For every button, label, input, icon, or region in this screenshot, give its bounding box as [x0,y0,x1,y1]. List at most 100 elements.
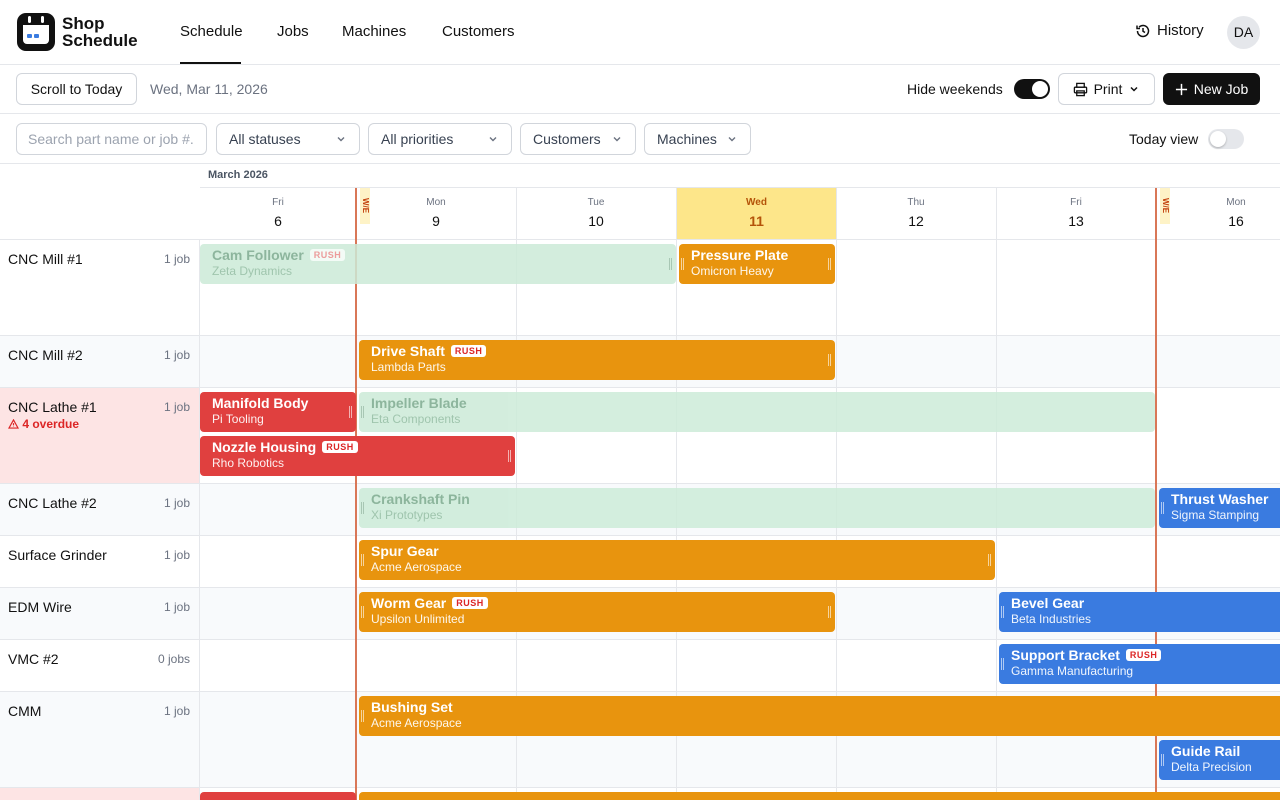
day-header: Thu 12 [907,197,925,229]
priority-filter-value: All priorities [381,131,454,147]
machine-label [0,788,200,800]
machine-label: CNC Mill #2 1 job [0,336,200,387]
job-bar[interactable]: Bevel Gear Beta Industries [999,592,1280,632]
machine-label: VMC #2 0 jobs [0,640,200,691]
resize-handle[interactable] [349,406,352,418]
resize-handle[interactable] [828,258,831,270]
chevron-down-icon [489,137,497,142]
machine-label: EDM Wire 1 job [0,588,200,639]
priority-filter[interactable]: All priorities [368,123,512,155]
weekend-marker: W/E [1160,188,1170,224]
resize-handle[interactable] [1161,754,1164,766]
resize-handle[interactable] [361,606,364,618]
machine-label: CNC Mill #1 1 job [0,240,200,335]
resize-handle[interactable] [681,258,684,270]
new-job-button[interactable]: New Job [1163,73,1260,105]
overdue-indicator: 4 overdue [7,417,79,431]
tab-jobs[interactable]: Jobs [277,0,309,64]
job-bar[interactable]: Support Bracket RUSH Gamma Manufacturing [999,644,1280,684]
chevron-down-icon [613,137,621,142]
today-view-label: Today view [1129,131,1199,147]
resize-handle[interactable] [361,710,364,722]
resize-handle[interactable] [361,502,364,514]
day-header: Fri 6 [272,197,284,229]
day-header: Mon 9 [426,197,446,229]
top-navigation: Shop Schedule Schedule Jobs Machines Cus… [0,0,1280,65]
tab-customers[interactable]: Customers [442,0,515,64]
job-bar[interactable]: Bushing Set Acme Aerospace [359,696,1280,736]
day-header: Fri 13 [1068,197,1084,229]
job-bar[interactable]: Crankshaft Pin Xi Prototypes [359,488,1155,528]
status-filter-value: All statuses [229,131,301,147]
hide-weekends-label: Hide weekends [907,81,1003,97]
tab-machines[interactable]: Machines [342,0,406,64]
resize-handle[interactable] [1161,502,1164,514]
customers-filter[interactable]: Customers [520,123,636,155]
history-label: History [1157,22,1204,39]
job-bar[interactable]: Worm Gear RUSH Upsilon Unlimited [359,592,835,632]
resize-handle[interactable] [828,354,831,366]
machine-label: CNC Lathe #2 1 job [0,484,200,535]
rush-badge: RUSH [1125,649,1162,661]
resize-handle[interactable] [361,554,364,566]
hide-weekends-toggle[interactable] [1014,79,1050,99]
app-name: Shop Schedule [62,14,138,50]
job-bar[interactable]: Guide Rail Delta Precision [1159,740,1280,780]
user-avatar[interactable]: DA [1227,16,1260,49]
scroll-to-today-button[interactable]: Scroll to Today [16,73,137,105]
plus-icon [1175,83,1187,95]
rush-badge: RUSH [450,345,487,357]
toggle-knob [1032,81,1048,97]
current-date: Wed, Mar 11, 2026 [150,81,268,97]
rush-badge: RUSH [452,597,488,609]
printer-icon [1073,82,1087,96]
warning-icon [7,418,20,429]
chevron-down-icon [1130,86,1138,92]
toggle-knob [1210,131,1226,147]
history-button[interactable]: History [1135,22,1204,39]
rush-badge: RUSH [322,441,358,453]
resize-handle[interactable] [669,258,672,270]
schedule-grid: March 2026 Fri 6 Mon 9 Tue 10 Wed 11 Thu 12 F… [0,163,1280,800]
weekend-marker: W/E [360,188,370,224]
machines-filter-value: Machines [657,131,717,147]
job-bar[interactable] [359,792,1280,800]
resize-handle[interactable] [508,450,511,462]
machine-label: Surface Grinder 1 job [0,536,200,587]
day-header-today: Wed 11 [677,188,836,239]
job-bar[interactable] [200,792,356,800]
search-input[interactable] [16,123,207,155]
status-filter[interactable]: All statuses [216,123,360,155]
job-bar[interactable]: Pressure Plate Omicron Heavy [679,244,835,284]
machines-filter[interactable]: Machines [644,123,751,155]
resize-handle[interactable] [361,406,364,418]
job-bar[interactable]: Nozzle Housing RUSH Rho Robotics [200,436,515,476]
job-bar[interactable]: Drive Shaft RUSH Lambda Parts [359,340,835,380]
today-view-toggle[interactable] [1208,129,1244,149]
tab-schedule[interactable]: Schedule [180,0,243,64]
print-button[interactable]: Print [1058,73,1155,105]
chevron-down-icon [728,137,736,142]
machine-label: CMM 1 job [0,692,200,787]
chevron-down-icon [337,137,345,142]
job-bar[interactable]: Impeller Blade Eta Components [359,392,1155,432]
job-bar[interactable]: Thrust Washer Sigma Stamping [1159,488,1280,528]
resize-handle[interactable] [1001,606,1004,618]
customers-filter-value: Customers [533,131,601,147]
history-icon [1136,24,1150,37]
job-bar[interactable]: Spur Gear Acme Aerospace [359,540,995,580]
resize-handle[interactable] [1001,658,1004,670]
resize-handle[interactable] [988,554,991,566]
filter-bar: All statuses All priorities Customers Ma… [0,113,1280,163]
month-label: March 2026 [208,169,268,181]
day-header: Tue 10 [587,197,605,229]
day-header: Mon 16 [1226,197,1246,229]
job-bar[interactable]: Cam Follower RUSH Zeta Dynamics [200,244,676,284]
machine-label: CNC Lathe #1 1 job 4 overdue [0,388,200,483]
resize-handle[interactable] [828,606,831,618]
job-bar[interactable]: Manifold Body Pi Tooling [200,392,356,432]
rush-badge: RUSH [309,249,346,261]
print-label: Print [1093,81,1123,97]
new-job-label: New Job [1193,81,1249,97]
calendar-logo-icon [17,13,55,51]
